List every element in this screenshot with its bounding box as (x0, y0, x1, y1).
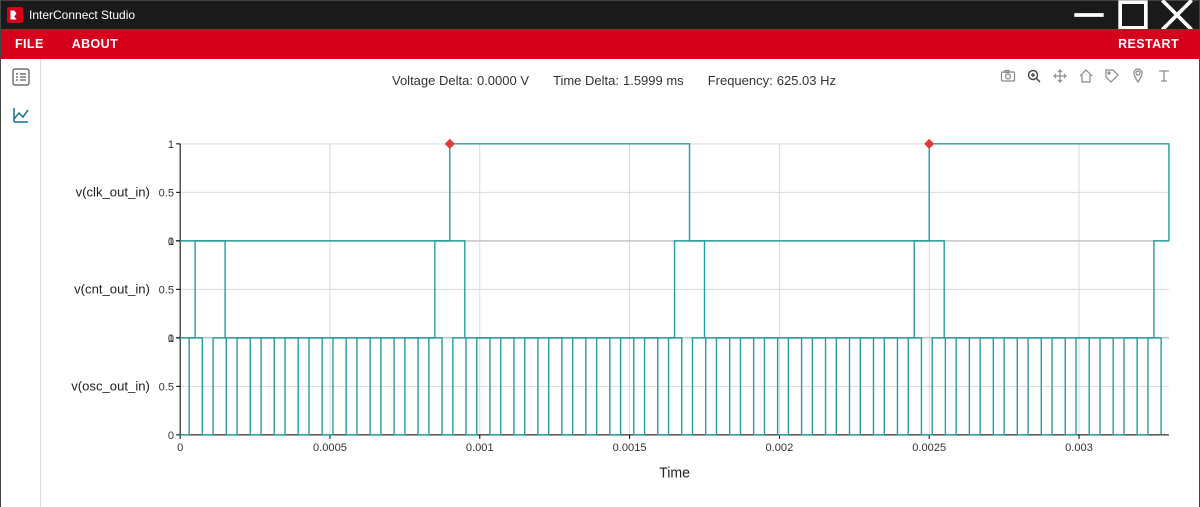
menu-about[interactable]: ABOUT (58, 29, 132, 59)
svg-text:0.5: 0.5 (159, 187, 174, 199)
plot-view-icon[interactable] (9, 103, 33, 127)
svg-text:0.001: 0.001 (466, 442, 494, 454)
svg-text:v(clk_out_in): v(clk_out_in) (76, 184, 150, 199)
app-window: InterConnect Studio FILE ABOUT RESTART (0, 0, 1200, 507)
plot-area: Voltage Delta: 0.0000 V Time Delta: 1.59… (41, 59, 1199, 507)
app-icon (7, 7, 23, 23)
svg-text:1: 1 (168, 139, 174, 151)
svg-text:0: 0 (168, 430, 174, 442)
maximize-button[interactable] (1111, 1, 1155, 29)
svg-text:v(osc_out_in): v(osc_out_in) (71, 378, 150, 393)
window-title: InterConnect Studio (29, 8, 135, 22)
charts[interactable]: 1 0.5 0 v(clk_out_in) 1 0.5 0 v(cnt_out_in) 1 0.5… (49, 103, 1179, 507)
title-bar[interactable]: InterConnect Studio (1, 1, 1199, 29)
svg-text:0.5: 0.5 (159, 284, 174, 296)
left-rail (1, 59, 41, 507)
minimize-button[interactable] (1067, 1, 1111, 29)
menu-file[interactable]: FILE (1, 29, 58, 59)
svg-text:0: 0 (177, 442, 183, 454)
svg-text:0.0025: 0.0025 (912, 442, 946, 454)
info-strip: Voltage Delta: 0.0000 V Time Delta: 1.59… (49, 67, 1179, 93)
menu-restart[interactable]: RESTART (1104, 29, 1199, 59)
time-delta: Time Delta: 1.5999 ms (553, 73, 684, 88)
svg-text:Time: Time (659, 466, 690, 482)
menu-bar: FILE ABOUT RESTART (1, 29, 1199, 59)
svg-text:1: 1 (168, 236, 174, 248)
voltage-delta: Voltage Delta: 0.0000 V (392, 73, 529, 88)
frequency: Frequency: 625.03 Hz (708, 73, 836, 88)
svg-text:0.002: 0.002 (766, 442, 794, 454)
svg-text:1: 1 (168, 333, 174, 345)
list-view-icon[interactable] (9, 65, 33, 89)
close-button[interactable] (1155, 1, 1199, 29)
svg-text:v(cnt_out_in): v(cnt_out_in) (74, 281, 150, 296)
svg-text:0.0015: 0.0015 (613, 442, 647, 454)
svg-text:0.5: 0.5 (159, 381, 174, 393)
svg-text:0.0005: 0.0005 (313, 442, 347, 454)
svg-text:0.003: 0.003 (1065, 442, 1093, 454)
